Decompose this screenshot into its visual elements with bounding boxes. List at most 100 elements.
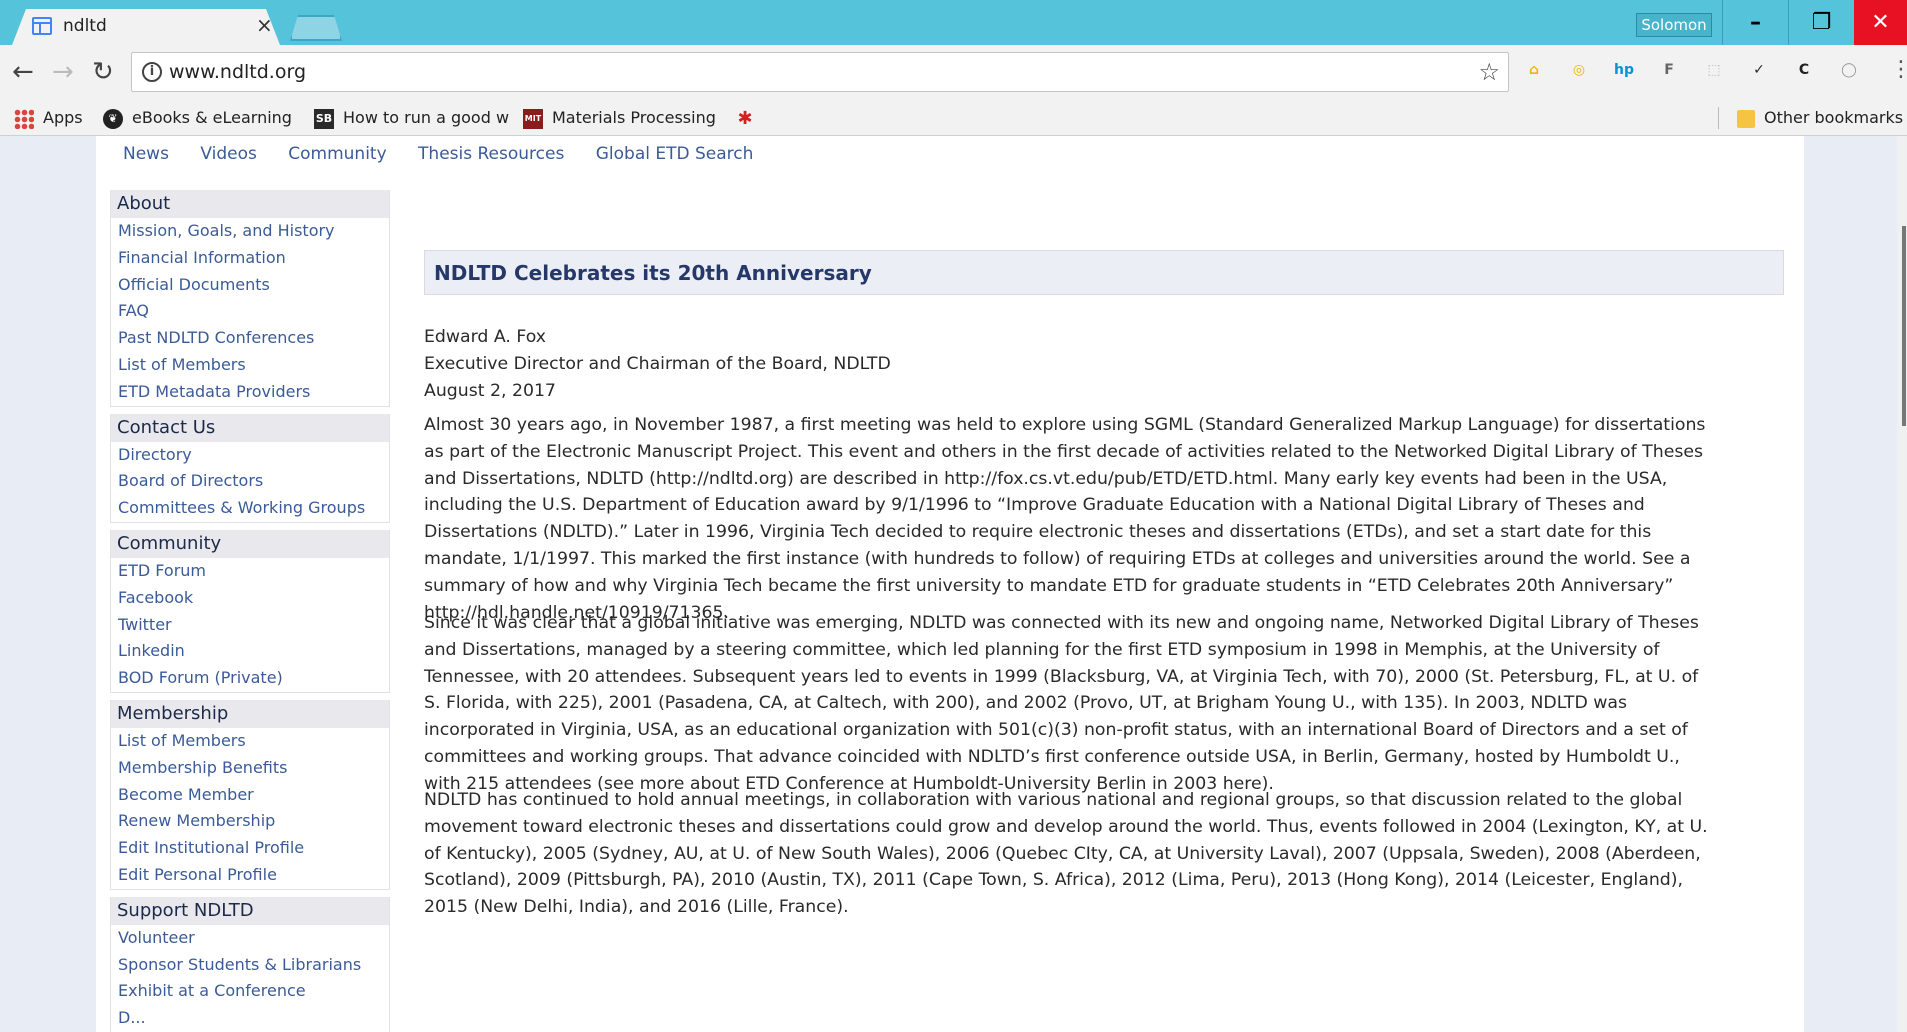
sidebar-link[interactable]: ETD Forum — [111, 558, 389, 585]
apps-grid-icon — [14, 108, 34, 129]
check-extension-icon[interactable]: ✓ — [1747, 58, 1771, 82]
nav-videos[interactable]: Videos — [200, 144, 257, 164]
paragraph-line: of Kentucky), 2005 (Sydney, AU, at U. of… — [424, 843, 1701, 864]
sidebar-link[interactable]: Official Documents — [111, 272, 389, 299]
sidebar-link[interactable]: ETD Metadata Providers — [111, 379, 389, 406]
minimize-button[interactable]: – — [1722, 0, 1788, 45]
sidebar-link[interactable]: FAQ — [111, 298, 389, 325]
red-star-icon: ✱ — [737, 107, 753, 129]
sidebar-link[interactable]: Committees & Working Groups — [111, 495, 389, 522]
bookmarks-separator — [1718, 107, 1719, 129]
forward-arrow-icon[interactable]: → — [52, 57, 74, 87]
sidebar-link[interactable]: Edit Institutional Profile — [111, 835, 389, 862]
paragraph-line: NDLTD has continued to hold annual meeti… — [424, 790, 1683, 810]
sidebar-link[interactable]: Twitter — [111, 612, 389, 639]
paragraph-line: Scotland), 2009 (Pittsburgh, PA), 2010 (… — [424, 870, 1683, 891]
sidebar-link[interactable]: Linkedin — [111, 638, 389, 665]
bookmark-how-to-run[interactable]: SB How to run a good w — [314, 106, 509, 130]
sidebar-link[interactable]: List of Members — [111, 728, 389, 755]
sidebar-link[interactable]: Renew Membership — [111, 808, 389, 835]
sidebar: About Mission, Goals, and History Financia… — [110, 190, 390, 1032]
profile-button[interactable]: Solomon — [1636, 13, 1712, 37]
sidebar-link[interactable]: Past NDLTD Conferences — [111, 325, 389, 352]
reload-icon[interactable]: ↻ — [92, 57, 114, 87]
sidebar-link[interactable]: Membership Benefits — [111, 755, 389, 782]
bookmark-ebooks[interactable]: ❦ eBooks & eLearning — [103, 106, 292, 130]
page-viewport: News Videos Community Thesis Resources G… — [0, 136, 1907, 1032]
github-extension-icon[interactable]: ◯ — [1837, 58, 1861, 82]
url-text[interactable]: www.ndltd.org — [169, 61, 306, 83]
nav-community[interactable]: Community — [288, 144, 386, 164]
paragraph-line: summary of how and why Virginia Tech bec… — [424, 575, 1674, 596]
c-extension-icon[interactable]: C — [1792, 58, 1816, 82]
paragraph-3: NDLTD has continued to hold annual meeti… — [424, 787, 1784, 921]
scrollbar-thumb[interactable] — [1902, 226, 1906, 426]
article-headline: NDLTD Celebrates its 20th Anniversary — [434, 261, 872, 285]
new-tab-button[interactable] — [290, 15, 342, 41]
paragraph-line: Tennessee, with 20 attendees. Subsequent… — [424, 666, 1699, 687]
paragraph-line: movement toward electronic theses and di… — [424, 816, 1708, 837]
bookmarks-bar: Apps ❦ eBooks & eLearning SB How to run a … — [0, 101, 1907, 136]
folder-icon — [1737, 109, 1755, 128]
page-icon — [32, 17, 52, 35]
top-navigation: News Videos Community Thesis Resources G… — [123, 144, 779, 164]
address-bar[interactable]: i www.ndltd.org ☆ — [131, 52, 1509, 92]
sidebar-section-title: Community — [111, 529, 389, 558]
hp-extension-icon[interactable]: hp — [1612, 58, 1636, 82]
bookmark-other[interactable]: Other bookmarks — [1737, 106, 1903, 130]
browser-menu-icon[interactable]: ⋮ — [1890, 57, 1907, 82]
author-name: Edward A. Fox — [424, 327, 546, 347]
search-extension-icon[interactable]: ◎ — [1567, 58, 1591, 82]
sidebar-link[interactable]: Become Member — [111, 782, 389, 809]
sidebar-link[interactable]: List of Members — [111, 352, 389, 379]
sidebar-link[interactable]: D... — [111, 1005, 389, 1032]
nav-news[interactable]: News — [123, 144, 169, 164]
info-icon[interactable]: i — [142, 62, 162, 82]
paragraph-line: Almost 30 years ago, in November 1987, a… — [424, 415, 1706, 435]
close-window-button[interactable]: ✕ — [1854, 0, 1907, 45]
leaf-icon: ❦ — [103, 108, 123, 129]
sidebar-link[interactable]: BOD Forum (Private) — [111, 665, 389, 692]
sidebar-link[interactable]: Directory — [111, 442, 389, 469]
bookmark-apps[interactable]: Apps — [14, 106, 83, 130]
headline-box: NDLTD Celebrates its 20th Anniversary — [424, 250, 1784, 295]
sidebar-link[interactable]: Financial Information — [111, 245, 389, 272]
sidebar-link[interactable]: Edit Personal Profile — [111, 862, 389, 889]
paragraph-line: 2015 (New Delhi, India), and 2016 (Lille… — [424, 897, 849, 918]
tab-title[interactable]: ndltd — [63, 16, 107, 36]
paragraph-1: Almost 30 years ago, in November 1987, a… — [424, 412, 1784, 626]
title-bar: ndltd × Solomon – ❐ ✕ — [0, 0, 1907, 45]
sidebar-link[interactable]: Facebook — [111, 585, 389, 612]
nav-global-etd-search[interactable]: Global ETD Search — [596, 144, 754, 164]
bookmark-star-icon[interactable]: ☆ — [1478, 58, 1500, 86]
sidebar-section: Membership List of Members Membership Bene… — [110, 699, 390, 890]
sidebar-link[interactable]: Sponsor Students & Librarians — [111, 952, 389, 979]
browser-toolbar: ← → ↻ i www.ndltd.org ☆ ⌂ ◎ hp F ⬚ ✓ C ◯ ⋮ — [0, 45, 1907, 101]
close-tab-icon[interactable]: × — [256, 13, 273, 37]
sidebar-link[interactable]: Board of Directors — [111, 468, 389, 495]
sidebar-link[interactable]: Volunteer — [111, 925, 389, 952]
bookmark-materials-processing[interactable]: MIT Materials Processing — [523, 106, 716, 130]
sidebar-section-title: Membership — [111, 699, 389, 728]
sidebar-section-title: Contact Us — [111, 413, 389, 442]
bookmark-red-star[interactable]: ✱ — [735, 106, 764, 130]
article-date: August 2, 2017 — [424, 380, 556, 401]
nav-thesis-resources[interactable]: Thesis Resources — [418, 144, 564, 164]
paragraph-line: Dissertations (NDLTD).” Later in 1996, V… — [424, 522, 1652, 543]
paragraph-line: mandate, 1/1/1997. This marked the first… — [424, 548, 1691, 569]
maximize-button[interactable]: ❐ — [1788, 0, 1854, 45]
sidebar-link[interactable]: Mission, Goals, and History — [111, 218, 389, 245]
f-extension-icon[interactable]: F — [1657, 58, 1681, 82]
sidebar-section: About Mission, Goals, and History Financia… — [110, 190, 390, 407]
paragraph-line: incorporated in Virginia, USA, as an edu… — [424, 720, 1688, 741]
browser-tab[interactable] — [12, 9, 280, 45]
paragraph-line: and Dissertations, NDLTD (http://ndltd.o… — [424, 468, 1668, 489]
paragraph-line: and Dissertations, managed by a steering… — [424, 639, 1660, 660]
sidebar-section: Support NDLTD Volunteer Sponsor Students &… — [110, 896, 390, 1032]
paragraph-line: Since it was clear that a global initiat… — [424, 613, 1699, 633]
pdf-extension-icon[interactable]: ⬚ — [1702, 58, 1726, 82]
paragraph-line: committees and working groups. That adva… — [424, 746, 1680, 767]
sidebar-link[interactable]: Exhibit at a Conference — [111, 978, 389, 1005]
back-arrow-icon[interactable]: ← — [12, 57, 34, 87]
home-extension-icon[interactable]: ⌂ — [1522, 58, 1546, 82]
